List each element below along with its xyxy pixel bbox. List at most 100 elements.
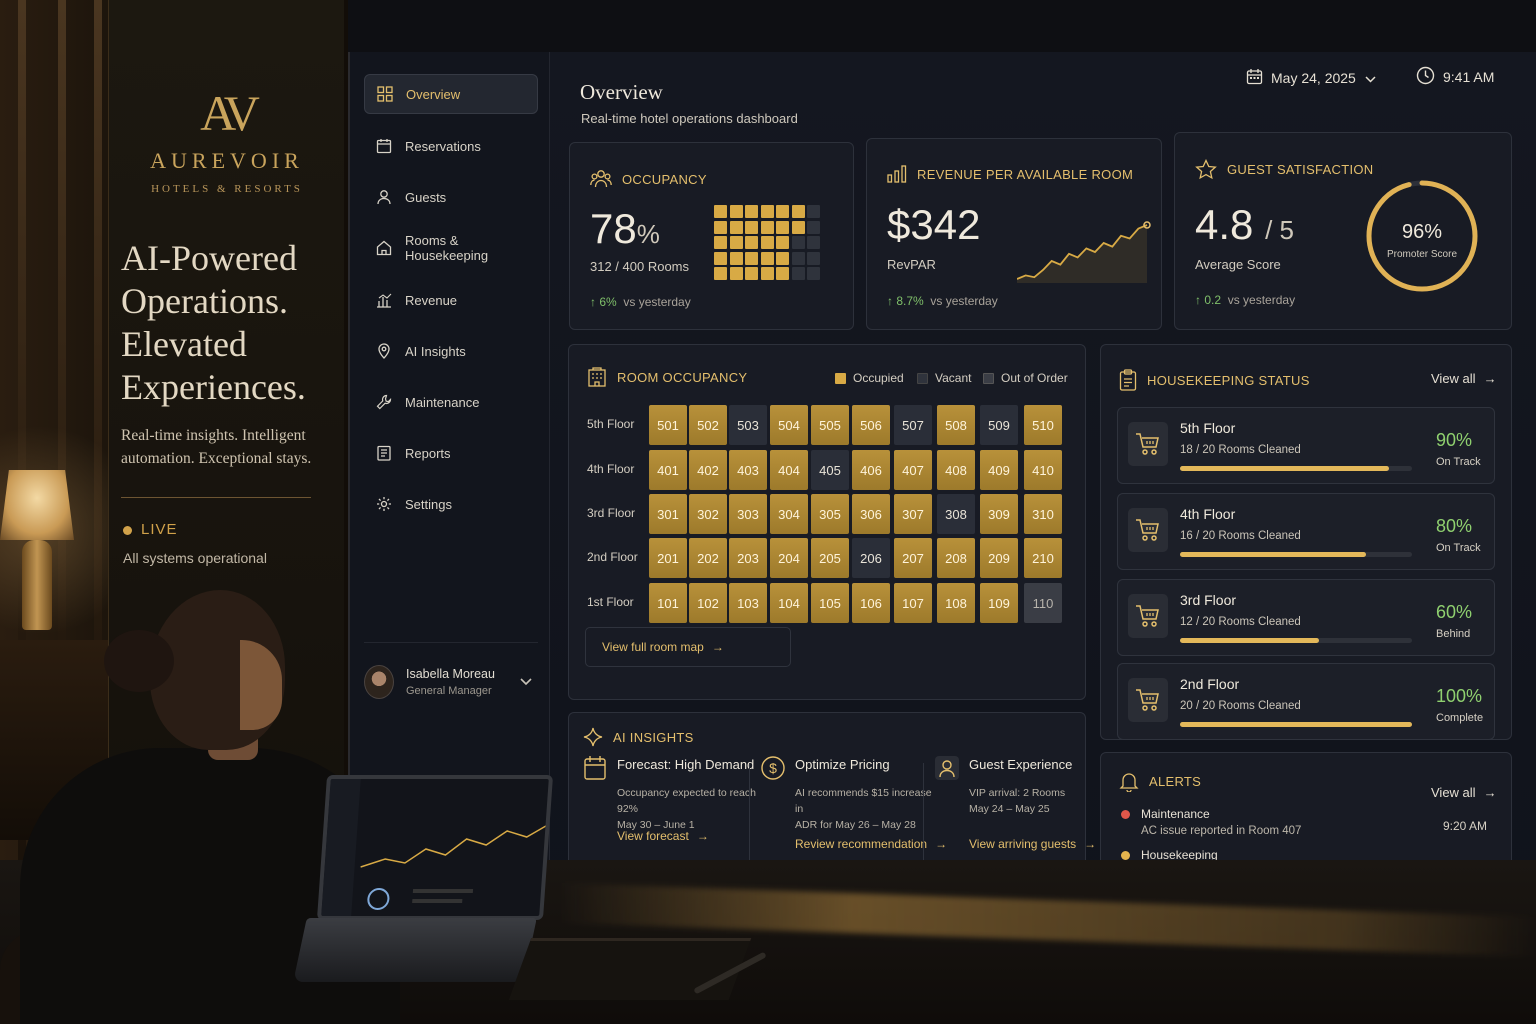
room-cell-504[interactable]: 504: [770, 405, 808, 445]
room-cell-106[interactable]: 106: [852, 583, 890, 623]
room-cell-302[interactable]: 302: [689, 494, 727, 534]
hk-progress-track: [1180, 722, 1412, 727]
housekeeping-view-all[interactable]: View all →: [1431, 371, 1497, 386]
person-icon: [933, 753, 961, 783]
room-cell-408[interactable]: 408: [937, 450, 975, 490]
wrench-icon: [376, 394, 392, 410]
room-cell-507[interactable]: 507: [894, 405, 932, 445]
room-cell-305[interactable]: 305: [811, 494, 849, 534]
sidebar-item-maintenance[interactable]: Maintenance: [364, 382, 538, 422]
ai-insight-link[interactable]: View arriving guests →: [969, 837, 1096, 851]
room-cell-309[interactable]: 309: [980, 494, 1018, 534]
hk-floor: 4th Floor: [1180, 506, 1236, 522]
sidebar-item-settings[interactable]: Settings: [364, 484, 538, 524]
room-cell-404[interactable]: 404: [770, 450, 808, 490]
hero-heading-line: Experiences.: [121, 367, 306, 407]
occupancy-mini-cell: [745, 251, 758, 265]
sidebar-item-label: Reservations: [405, 138, 481, 154]
alerts-view-all[interactable]: View all →: [1431, 785, 1497, 800]
room-cell-401[interactable]: 401: [649, 450, 687, 490]
room-cell-210[interactable]: 210: [1024, 538, 1062, 578]
room-cell-204[interactable]: 204: [770, 538, 808, 578]
sidebar-item-overview[interactable]: Overview: [364, 74, 538, 114]
housekeeping-row[interactable]: 3rd Floor 12 / 20 Rooms Cleaned 60% Behind: [1117, 579, 1495, 656]
sidebar-item-rooms-housekeeping[interactable]: Rooms & Housekeeping: [364, 228, 538, 268]
housekeeping-row[interactable]: 2nd Floor 20 / 20 Rooms Cleaned 100% Comple…: [1117, 663, 1495, 740]
room-cell-402[interactable]: 402: [689, 450, 727, 490]
system-status: All systems operational: [123, 550, 267, 566]
hero-subtext: Real-time insights. Intelligent automati…: [121, 427, 312, 467]
room-cell-104[interactable]: 104: [770, 583, 808, 623]
occupancy-mini-cell: [791, 236, 805, 249]
sidebar-item-guests[interactable]: Guests: [364, 177, 538, 217]
hk-percent: 60%: [1436, 602, 1473, 622]
housekeeping-row[interactable]: 4th Floor 16 / 20 Rooms Cleaned 80% On Trac…: [1117, 493, 1495, 570]
revpar-card[interactable]: REVENUE PER AVAILABLE ROOM $342 RevPAR ↑…: [866, 138, 1162, 330]
satisfaction-delta: ↑ 0.2 vs yesterday: [1195, 293, 1296, 307]
alert-title[interactable]: Maintenance: [1141, 807, 1210, 821]
floor-label: 3rd Floor: [587, 506, 636, 520]
room-cell-101[interactable]: 101: [649, 583, 687, 623]
divider: [749, 763, 750, 863]
occupancy-mini-cell: [776, 267, 789, 280]
room-cell-410[interactable]: 410: [1024, 450, 1062, 490]
room-cell-407[interactable]: 407: [894, 450, 932, 490]
chevron-down-icon[interactable]: [520, 675, 532, 689]
room-cell-502[interactable]: 502: [689, 405, 727, 445]
room-cell-510[interactable]: 510: [1024, 405, 1062, 445]
room-cell-208[interactable]: 208: [937, 538, 975, 578]
room-cell-501[interactable]: 501: [649, 405, 687, 445]
room-cell-506[interactable]: 506: [852, 405, 890, 445]
housekeeping-row[interactable]: 5th Floor 18 / 20 Rooms Cleaned 90% On Trac…: [1117, 407, 1495, 484]
sidebar-item-revenue[interactable]: Revenue: [364, 280, 538, 320]
room-cell-308[interactable]: 308: [937, 494, 975, 534]
calendar-icon: [1246, 68, 1271, 88]
room-cell-310[interactable]: 310: [1024, 494, 1062, 534]
room-cell-103[interactable]: 103: [729, 583, 767, 623]
room-cell-406[interactable]: 406: [852, 450, 890, 490]
occupancy-mini-cell: [760, 251, 774, 265]
room-cell-105[interactable]: 105: [811, 583, 849, 623]
room-cell-207[interactable]: 207: [894, 538, 932, 578]
ai-insight-link[interactable]: View forecast →: [617, 829, 709, 843]
room-cell-205[interactable]: 205: [811, 538, 849, 578]
room-cell-202[interactable]: 202: [689, 538, 727, 578]
room-cell-301[interactable]: 301: [649, 494, 687, 534]
room-cell-509[interactable]: 509: [980, 405, 1018, 445]
occupancy-card[interactable]: OCCUPANCY 78% 312 / 400 Rooms ↑ 6% vs ye…: [569, 142, 854, 330]
room-cell-108[interactable]: 108: [937, 583, 975, 623]
occupancy-value: 78%: [590, 205, 660, 252]
ai-insight-body: AI recommends $15 increase in ADR for May…: [795, 787, 932, 831]
guest-satisfaction-card[interactable]: GUEST SATISFACTION 4.8 / 5 Average Score…: [1174, 132, 1512, 330]
sidebar-item-label: AI Insights: [405, 343, 466, 359]
room-cell-307[interactable]: 307: [894, 494, 932, 534]
room-cell-110[interactable]: 110: [1024, 583, 1062, 623]
room-cell-503[interactable]: 503: [729, 405, 767, 445]
sidebar-item-ai-insights[interactable]: AI Insights: [364, 331, 538, 371]
card-title: ALERTS: [1119, 771, 1201, 792]
view-room-map-button[interactable]: View full room map →: [585, 627, 791, 667]
hk-progress-track: [1180, 638, 1412, 643]
room-cell-102[interactable]: 102: [689, 583, 727, 623]
room-cell-304[interactable]: 304: [770, 494, 808, 534]
room-cell-409[interactable]: 409: [980, 450, 1018, 490]
date-picker[interactable]: May 24, 2025: [1246, 68, 1384, 88]
room-cell-405[interactable]: 405: [811, 450, 849, 490]
room-cell-209[interactable]: 209: [980, 538, 1018, 578]
room-cell-201[interactable]: 201: [649, 538, 687, 578]
room-cell-403[interactable]: 403: [729, 450, 767, 490]
room-cell-203[interactable]: 203: [729, 538, 767, 578]
grid-icon: [377, 86, 393, 102]
screen-bezel: [348, 0, 1536, 52]
room-cell-505[interactable]: 505: [811, 405, 849, 445]
room-cell-303[interactable]: 303: [729, 494, 767, 534]
room-cell-306[interactable]: 306: [852, 494, 890, 534]
room-cell-107[interactable]: 107: [894, 583, 932, 623]
sidebar-item-reports[interactable]: Reports: [364, 433, 538, 473]
sidebar-item-reservations[interactable]: Reservations: [364, 126, 538, 166]
room-cell-206[interactable]: 206: [852, 538, 890, 578]
room-cell-109[interactable]: 109: [980, 583, 1018, 623]
ai-insight-link[interactable]: Review recommendation →: [795, 837, 947, 851]
room-cell-508[interactable]: 508: [937, 405, 975, 445]
user-menu[interactable]: Isabella Moreau General Manager: [364, 642, 538, 702]
